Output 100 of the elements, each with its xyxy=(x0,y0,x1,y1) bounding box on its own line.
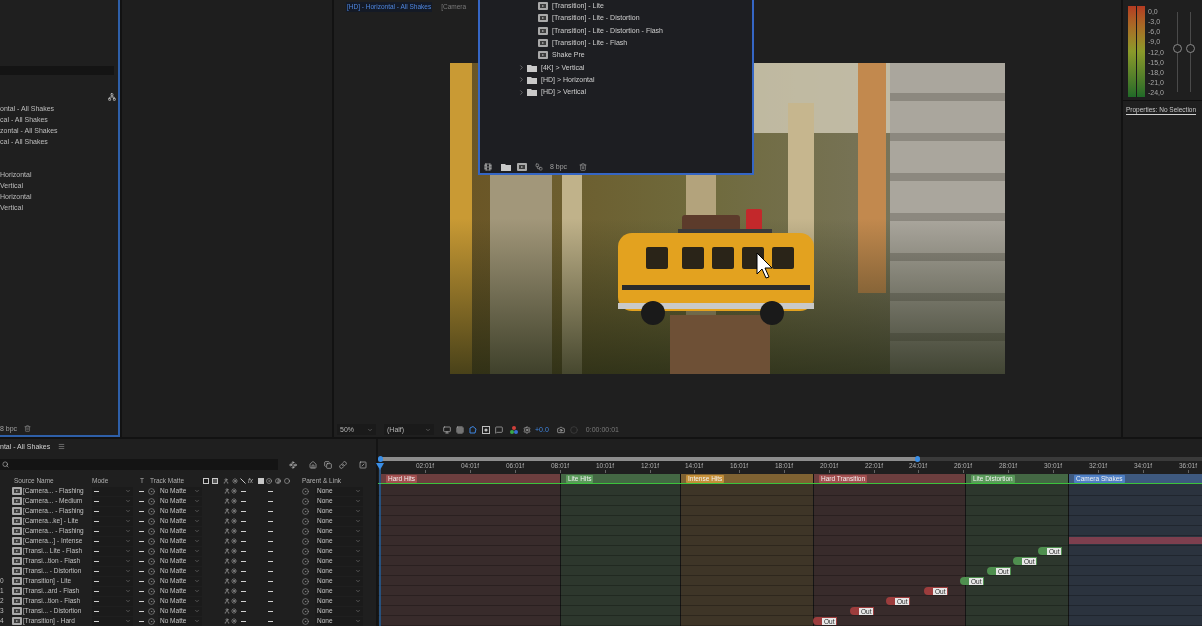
camera-icon[interactable] xyxy=(556,425,565,434)
sun-icon[interactable] xyxy=(231,538,237,544)
volume-slider[interactable] xyxy=(1186,12,1195,92)
figure-icon[interactable] xyxy=(224,528,230,534)
sun-icon[interactable] xyxy=(231,508,237,514)
slider-thumb[interactable] xyxy=(1173,44,1182,54)
circle-dot-icon[interactable] xyxy=(148,577,155,585)
circle-dot-icon[interactable] xyxy=(302,577,309,585)
circle-dot-icon[interactable] xyxy=(148,587,155,595)
sun-icon[interactable] xyxy=(231,518,237,524)
sun-icon[interactable] xyxy=(231,568,237,574)
circle-dot-icon[interactable] xyxy=(266,478,272,484)
circle-dot-icon[interactable] xyxy=(302,567,309,575)
figure-icon[interactable] xyxy=(224,558,230,564)
sun-icon[interactable] xyxy=(232,478,238,484)
figure-icon[interactable] xyxy=(224,578,230,584)
sun-icon[interactable] xyxy=(231,618,237,624)
playhead[interactable] xyxy=(376,463,384,626)
color-dots-icon[interactable] xyxy=(510,425,518,434)
slider-thumb[interactable] xyxy=(1186,44,1195,54)
circle-dot-icon[interactable] xyxy=(302,617,309,625)
chevron-right-icon[interactable] xyxy=(518,64,525,72)
circle-dot-icon[interactable] xyxy=(148,487,155,495)
workflow-icon[interactable] xyxy=(535,162,543,171)
circle-dot-icon[interactable] xyxy=(302,557,309,565)
trash-icon[interactable] xyxy=(579,162,588,171)
copy-icon[interactable] xyxy=(324,460,332,469)
circle-dot-icon[interactable] xyxy=(302,487,309,495)
chevron-right-icon[interactable] xyxy=(518,76,525,84)
sun-icon[interactable] xyxy=(231,608,237,614)
circle-dot-icon[interactable] xyxy=(148,547,155,555)
dash-icon xyxy=(241,620,246,622)
dash-icon xyxy=(241,540,246,542)
figure-icon[interactable] xyxy=(224,518,230,524)
link-icon[interactable] xyxy=(339,460,347,469)
sun-icon[interactable] xyxy=(231,558,237,564)
network-icon[interactable] xyxy=(108,93,116,101)
figure-icon[interactable] xyxy=(224,588,230,594)
figure-icon[interactable] xyxy=(224,618,230,624)
search-field[interactable] xyxy=(0,459,278,470)
circle-dot-icon[interactable] xyxy=(148,527,155,535)
sun-icon[interactable] xyxy=(231,528,237,534)
grid-icon[interactable] xyxy=(456,425,464,434)
menu-icon[interactable] xyxy=(58,442,66,450)
circle-dot-icon[interactable] xyxy=(148,537,155,545)
trash-icon[interactable] xyxy=(24,425,32,432)
time-navigator-track[interactable] xyxy=(380,457,1202,461)
film-icon[interactable] xyxy=(484,162,492,171)
circle-dot-icon[interactable] xyxy=(302,507,309,515)
circle-dot-icon[interactable] xyxy=(302,537,309,545)
house-icon[interactable] xyxy=(309,460,317,469)
sun-icon[interactable] xyxy=(231,488,237,494)
circle-dot-icon[interactable] xyxy=(148,597,155,605)
sun-icon[interactable] xyxy=(231,588,237,594)
polygon-icon[interactable] xyxy=(469,425,477,434)
half-circle-icon[interactable] xyxy=(275,478,281,484)
figure-icon[interactable] xyxy=(224,488,230,494)
circle-dot-icon[interactable] xyxy=(148,517,155,525)
figure-icon[interactable] xyxy=(224,608,230,614)
figure-icon[interactable] xyxy=(224,538,230,544)
navigator-handle[interactable] xyxy=(378,456,383,462)
folder-icon[interactable] xyxy=(501,162,511,171)
speech-bubble-icon[interactable] xyxy=(495,425,503,434)
figure-icon[interactable] xyxy=(224,598,230,604)
square-icon[interactable] xyxy=(212,478,218,484)
circle-dot-icon[interactable] xyxy=(148,507,155,515)
circle-dot-icon[interactable] xyxy=(302,547,309,555)
square-icon[interactable] xyxy=(203,478,209,484)
circle-dot-icon[interactable] xyxy=(302,607,309,615)
circle-dot-icon[interactable] xyxy=(148,497,155,505)
slash-icon[interactable] xyxy=(240,478,246,484)
nodes-icon[interactable] xyxy=(289,460,297,469)
circle-dot-icon[interactable] xyxy=(148,557,155,565)
figure-icon[interactable] xyxy=(224,508,230,514)
settings-icon[interactable] xyxy=(523,425,531,434)
sun-icon[interactable] xyxy=(231,578,237,584)
figure-icon[interactable] xyxy=(224,498,230,504)
dash-icon xyxy=(138,490,144,492)
circle-dot-icon[interactable] xyxy=(302,527,309,535)
circle-dot-icon[interactable] xyxy=(302,597,309,605)
volume-slider[interactable] xyxy=(1173,12,1182,92)
sun-icon[interactable] xyxy=(231,498,237,504)
figure-icon[interactable] xyxy=(223,478,229,484)
composition-icon[interactable] xyxy=(517,162,527,171)
circle-dot-icon[interactable] xyxy=(302,587,309,595)
circle-dot-icon[interactable] xyxy=(302,517,309,525)
square-dot-icon[interactable] xyxy=(482,425,490,434)
composition-icon xyxy=(12,527,22,535)
circle-dot-icon[interactable] xyxy=(148,607,155,615)
circle-dot-icon[interactable] xyxy=(302,497,309,505)
sun-icon[interactable] xyxy=(231,598,237,604)
figure-icon[interactable] xyxy=(224,568,230,574)
navigator-handle[interactable] xyxy=(915,456,920,462)
circle-dot-icon[interactable] xyxy=(148,617,155,625)
circle-dot-icon[interactable] xyxy=(148,567,155,575)
monitor-icon[interactable] xyxy=(443,425,451,434)
sun-icon[interactable] xyxy=(231,548,237,554)
figure-icon[interactable] xyxy=(224,548,230,554)
square-slash-icon[interactable] xyxy=(359,460,367,469)
chevron-right-icon[interactable] xyxy=(518,88,525,96)
